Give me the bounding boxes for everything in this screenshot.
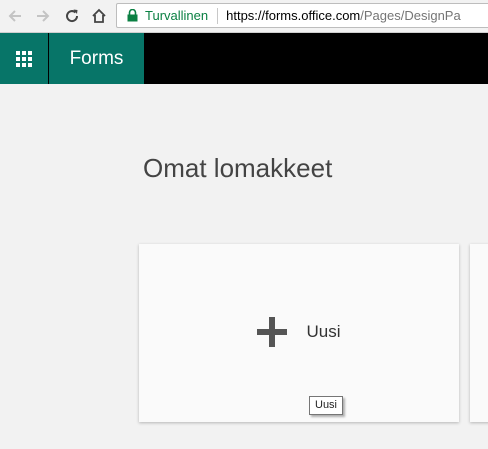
- back-button[interactable]: [4, 5, 26, 27]
- secure-label: Turvallinen: [145, 8, 209, 23]
- lock-icon: [127, 9, 139, 23]
- address-separator: [217, 7, 219, 24]
- form-card-partial[interactable]: [470, 244, 488, 422]
- app-name[interactable]: Forms: [49, 33, 144, 84]
- app-launcher-button[interactable]: [0, 33, 48, 84]
- reload-button[interactable]: [61, 5, 83, 27]
- home-button[interactable]: [88, 5, 110, 27]
- address-bar[interactable]: Turvallinen https://forms.office.com/Pag…: [116, 3, 488, 28]
- plus-icon: [257, 317, 288, 347]
- browser-toolbar: Turvallinen https://forms.office.com/Pag…: [0, 0, 488, 33]
- tooltip: Uusi: [309, 396, 344, 415]
- home-icon: [92, 8, 106, 23]
- new-form-card[interactable]: Uusi: [139, 244, 459, 422]
- url-path: /Pages/DesignPa: [360, 8, 461, 23]
- forward-arrow-icon: [37, 10, 50, 22]
- forward-button[interactable]: [32, 5, 54, 27]
- app-launcher-icon: [16, 50, 32, 67]
- new-form-label: Uusi: [306, 322, 341, 341]
- app-header: Forms: [0, 33, 488, 84]
- reload-icon: [66, 9, 79, 23]
- back-arrow-icon: [8, 10, 21, 22]
- url-host: https://forms.office.com: [226, 8, 361, 23]
- page-title: Omat lomakkeet: [143, 153, 333, 183]
